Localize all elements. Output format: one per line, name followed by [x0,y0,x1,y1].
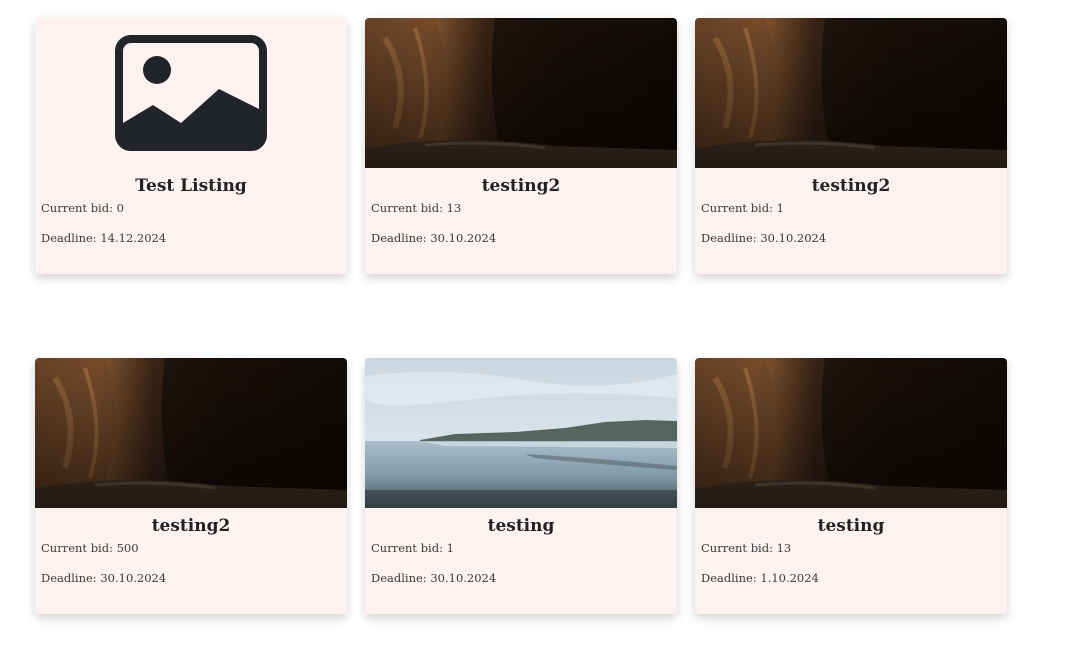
current-bid: Current bid: 1 [371,541,454,555]
current-bid: Current bid: 13 [701,541,792,555]
listing-card[interactable]: testing2 Current bid: 13 Deadline: 30.10… [365,18,677,274]
deadline: Deadline: 30.10.2024 [371,571,497,585]
listing-title: Test Listing [135,176,247,196]
current-bid: Current bid: 1 [701,201,784,215]
deadline: Deadline: 1.10.2024 [701,571,819,585]
lake-photo [365,358,677,508]
canyon-photo [365,18,677,168]
listing-card[interactable]: testing Current bid: 13 Deadline: 1.10.2… [695,358,1007,614]
listing-title: testing2 [811,176,891,196]
deadline: Deadline: 14.12.2024 [41,231,167,245]
listing-title: testing [487,516,555,536]
listing-card[interactable]: testing2 Current bid: 1 Deadline: 30.10.… [695,18,1007,274]
deadline: Deadline: 30.10.2024 [701,231,827,245]
listing-title: testing2 [151,516,231,536]
current-bid: Current bid: 13 [371,201,462,215]
deadline: Deadline: 30.10.2024 [41,571,167,585]
listing-card[interactable]: testing2 Current bid: 500 Deadline: 30.1… [35,358,347,614]
canyon-photo [695,358,1007,508]
current-bid: Current bid: 0 [41,201,124,215]
listing-card[interactable]: Test Listing Current bid: 0 Deadline: 14… [35,18,347,274]
canyon-photo [35,358,347,508]
listing-card[interactable]: testing Current bid: 1 Deadline: 30.10.2… [365,358,677,614]
placeholder-image-icon [35,18,347,168]
current-bid: Current bid: 500 [41,541,139,555]
listing-title: testing [817,516,885,536]
listings-grid: Test Listing Current bid: 0 Deadline: 14… [0,0,1084,669]
listing-title: testing2 [481,176,561,196]
deadline: Deadline: 30.10.2024 [371,231,497,245]
canyon-photo [695,18,1007,168]
